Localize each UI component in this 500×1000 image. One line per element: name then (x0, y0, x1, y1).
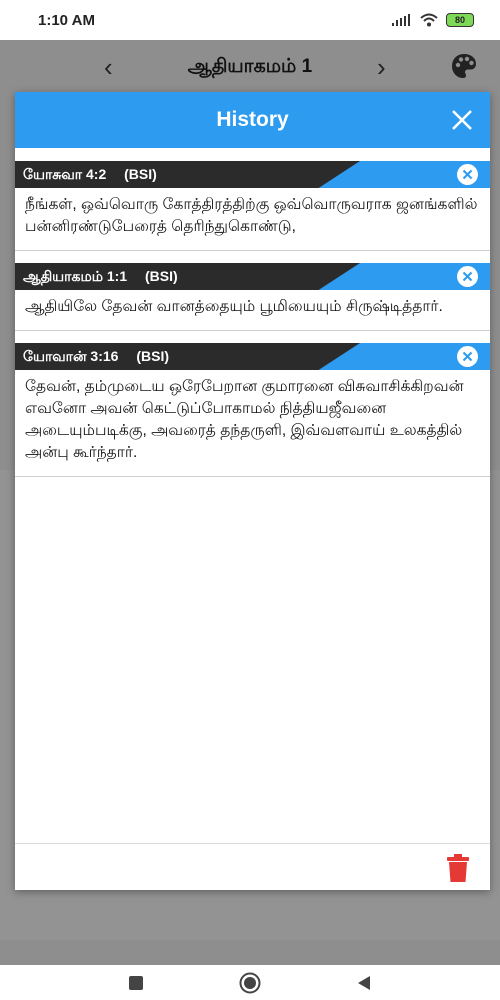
dialog-header: History (15, 92, 490, 148)
trash-icon[interactable] (446, 854, 470, 882)
palette-icon[interactable] (450, 52, 478, 80)
entry-reference: யோசுவா 4:2 (23, 166, 107, 182)
chevron-right-icon[interactable]: › (377, 52, 386, 83)
entry-version: (BSI) (124, 166, 157, 182)
app-bar: ‹ ஆதியாகமம் 1 › (0, 40, 500, 95)
dialog-footer (15, 843, 490, 890)
remove-entry-button[interactable] (457, 266, 478, 287)
status-icons: 80 (392, 13, 474, 27)
remove-entry-button[interactable] (457, 164, 478, 185)
system-nav-bar (0, 965, 500, 1000)
circle-icon (239, 972, 261, 993)
chevron-left-icon[interactable]: ‹ (104, 52, 113, 83)
square-icon (129, 975, 143, 990)
entry-text: ஆதியிலே தேவன் வானத்தையும் பூமியையும் சிர… (25, 298, 443, 315)
remove-entry-button[interactable] (457, 346, 478, 367)
chapter-title[interactable]: ஆதியாகமம் 1 (188, 56, 312, 80)
home-button[interactable] (238, 971, 262, 995)
status-time: 1:10 AM (38, 11, 95, 29)
entry-header: ஆதியாகமம் 1:1 (BSI) (15, 263, 490, 290)
wifi-icon (420, 13, 438, 27)
entry-reference-wrap: யோவான் 3:16 (BSI) (23, 348, 169, 367)
dialog-title: History (216, 108, 289, 131)
entry-version: (BSI) (136, 348, 170, 364)
recents-button[interactable] (124, 971, 148, 995)
signal-icon (392, 14, 410, 26)
battery-level: 80 (454, 15, 465, 25)
status-bar: 1:10 AM 80 (0, 0, 500, 40)
entry-reference: யோவான் 3:16 (23, 348, 119, 364)
close-icon (462, 271, 473, 282)
close-icon (462, 351, 473, 362)
entry-reference-wrap: யோசுவா 4:2 (BSI) (23, 166, 157, 185)
history-entry[interactable]: யோவான் 3:16 (BSI) தேவன், தம்முடைய ஒரேபேற… (15, 343, 490, 477)
entry-text: தேவன், தம்முடைய ஒரேபேறான குமாரனை விசுவாச… (25, 378, 464, 461)
history-list: யோசுவா 4:2 (BSI) நீங்கள், ஒவ்வொரு கோத்தி… (15, 148, 490, 477)
entry-reference-wrap: ஆதியாகமம் 1:1 (BSI) (23, 268, 178, 287)
back-button[interactable] (352, 971, 376, 995)
close-icon[interactable] (448, 106, 476, 134)
battery-icon: 80 (446, 13, 474, 27)
history-entry[interactable]: யோசுவா 4:2 (BSI) நீங்கள், ஒவ்வொரு கோத்தி… (15, 161, 490, 251)
entry-header: யோவான் 3:16 (BSI) (15, 343, 490, 370)
entry-version: (BSI) (145, 268, 178, 284)
entry-header: யோசுவா 4:2 (BSI) (15, 161, 490, 188)
history-entry[interactable]: ஆதியாகமம் 1:1 (BSI) ஆதியிலே தேவன் வானத்த… (15, 263, 490, 331)
history-dialog: History யோசுவா 4:2 (BSI) நீங்கள், ஒவ்வொர… (15, 92, 490, 890)
entry-text: நீங்கள், ஒவ்வொரு கோத்திரத்திற்கு ஒவ்வொரு… (25, 196, 478, 235)
entry-reference: ஆதியாகமம் 1:1 (23, 268, 128, 284)
close-icon (462, 169, 473, 180)
triangle-back-icon (358, 975, 370, 990)
